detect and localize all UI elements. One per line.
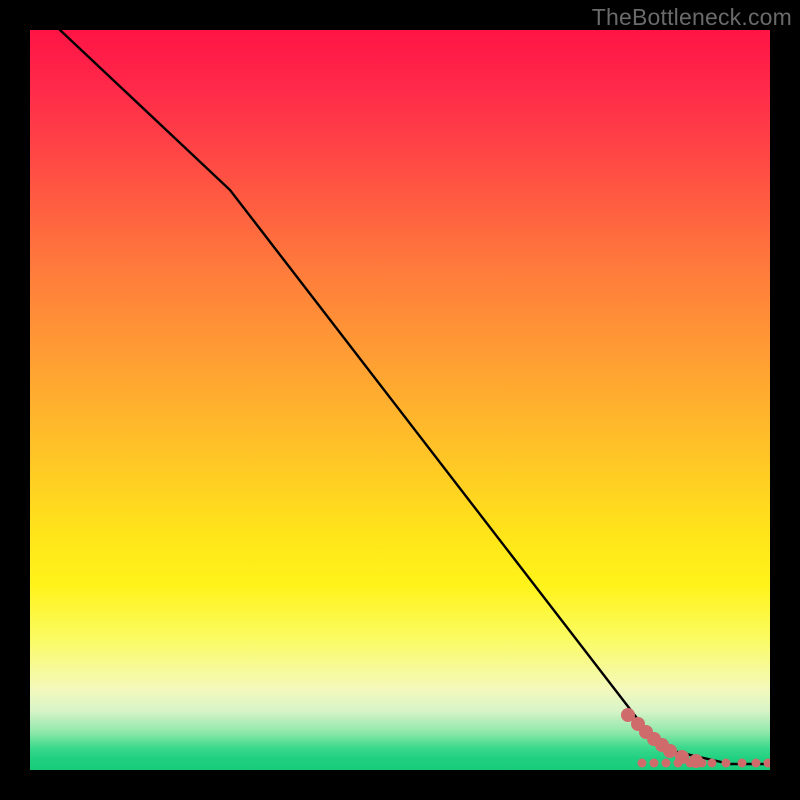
marker-dot	[722, 759, 731, 768]
marker-dot	[698, 759, 707, 768]
marker-dot	[675, 750, 689, 764]
watermark-label: TheBottleneck.com	[592, 4, 792, 31]
chart-stage: TheBottleneck.com	[0, 0, 800, 800]
marker-dot	[738, 759, 747, 768]
marker-dot	[764, 759, 771, 768]
bottleneck-curve	[60, 30, 770, 764]
marker-dot	[689, 754, 703, 768]
marker-dots	[621, 708, 770, 768]
marker-dot	[752, 759, 761, 768]
marker-dot	[650, 759, 659, 768]
marker-dot	[662, 759, 671, 768]
marker-dot	[708, 759, 717, 768]
marker-dot	[655, 738, 669, 752]
marker-dot	[638, 759, 647, 768]
plot-area	[30, 30, 770, 770]
marker-dot	[621, 708, 635, 722]
marker-dot	[639, 725, 653, 739]
marker-dot	[674, 759, 683, 768]
marker-dot	[686, 759, 695, 768]
curve-svg	[30, 30, 770, 770]
marker-dot	[631, 717, 645, 731]
marker-dot	[647, 732, 661, 746]
marker-dot	[663, 744, 677, 758]
